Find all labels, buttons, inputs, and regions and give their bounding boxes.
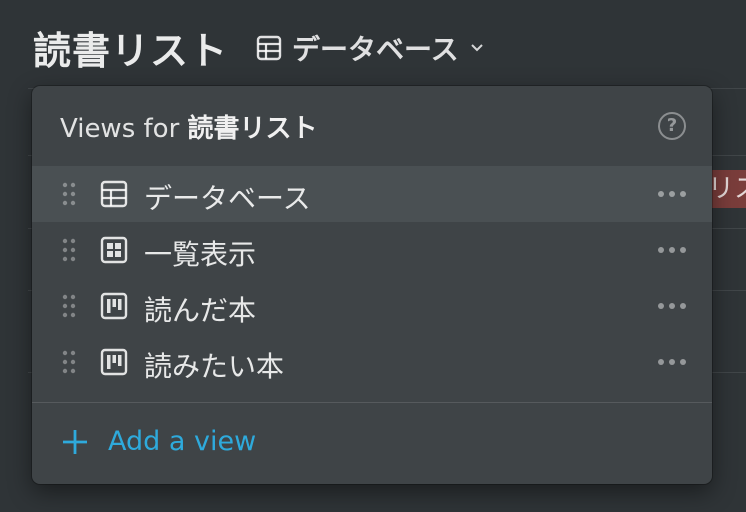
more-options-icon[interactable]: [656, 244, 688, 256]
popup-divider: [32, 402, 712, 403]
drag-handle-icon[interactable]: [62, 182, 76, 206]
drag-handle-icon[interactable]: [62, 350, 76, 374]
popup-header-database: 読書リスト: [187, 114, 318, 144]
view-switcher[interactable]: データベース: [256, 28, 485, 68]
add-view-label: Add a view: [108, 426, 257, 457]
view-item[interactable]: 読みたい本: [32, 334, 712, 390]
page-title: 読書リスト: [33, 29, 229, 73]
view-item-label: 一覧表示: [144, 238, 257, 271]
table-icon: [100, 180, 128, 208]
view-item-label: 読みたい本: [144, 350, 285, 383]
view-item[interactable]: データベース: [32, 166, 712, 222]
view-item[interactable]: 読んだ本: [32, 278, 712, 334]
more-options-icon[interactable]: [656, 188, 688, 200]
board-icon: [100, 292, 128, 320]
gallery-icon: [100, 236, 128, 264]
popup-header: Views for 読書リスト: [60, 108, 318, 145]
add-view-button[interactable]: Add a view: [60, 426, 256, 457]
board-icon: [100, 348, 128, 376]
view-item-label: データベース: [144, 182, 311, 215]
chevron-down-icon: [469, 40, 485, 56]
view-item[interactable]: 一覧表示: [32, 222, 712, 278]
table-icon: [256, 35, 282, 61]
view-switcher-label: データベース: [292, 33, 459, 66]
drag-handle-icon[interactable]: [62, 294, 76, 318]
more-options-icon[interactable]: [656, 300, 688, 312]
more-options-icon[interactable]: [656, 356, 688, 368]
help-icon[interactable]: ?: [658, 112, 686, 140]
popup-header-prefix: Views for: [60, 114, 188, 144]
plus-icon: [60, 427, 90, 457]
view-item-label: 読んだ本: [144, 294, 257, 327]
drag-handle-icon[interactable]: [62, 238, 76, 262]
views-popup: Views for 読書リスト ? データベース 一覧表示 読んだ本 読みたい本…: [32, 86, 712, 484]
